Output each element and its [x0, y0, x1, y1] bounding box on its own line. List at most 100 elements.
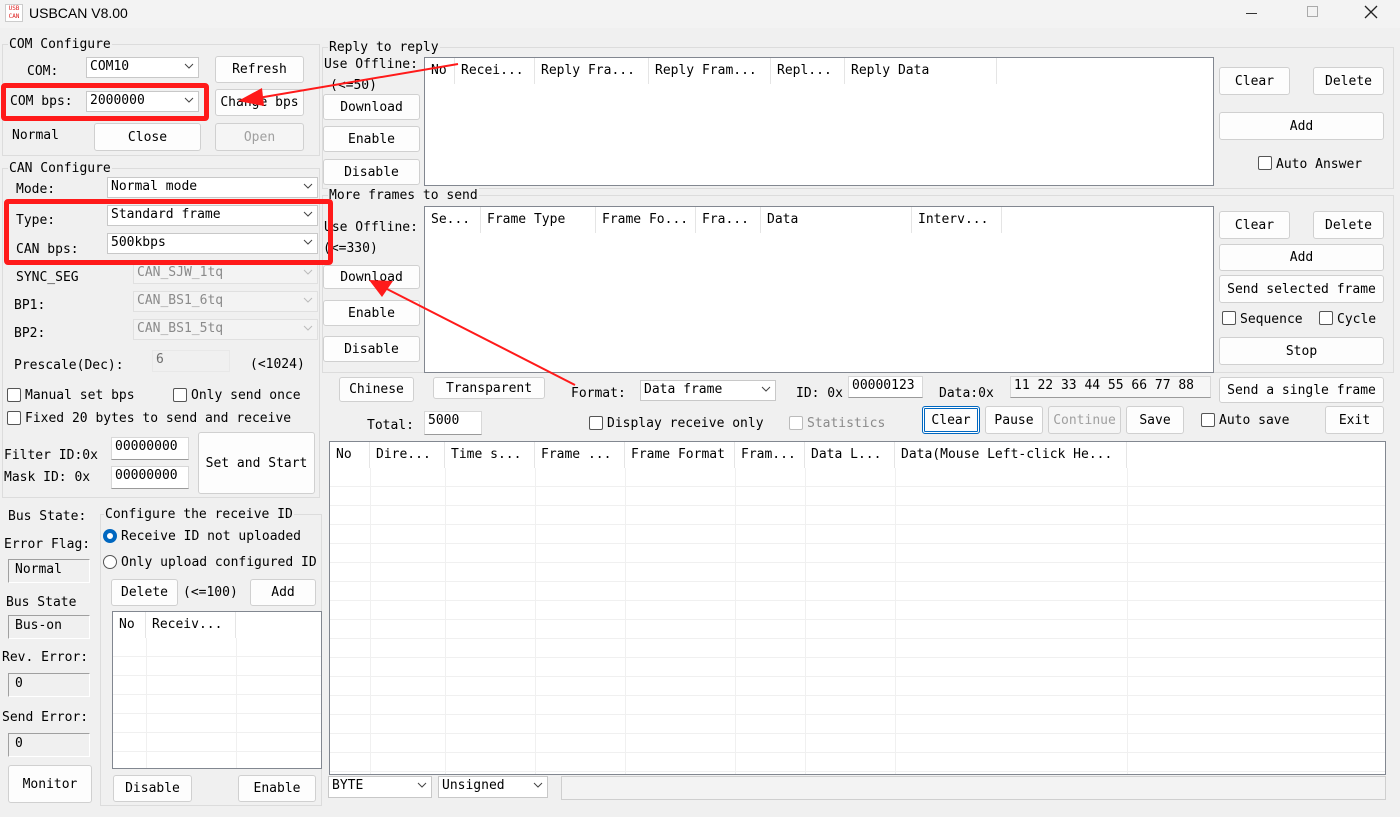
window-title: USBCAN V8.00 [29, 5, 128, 21]
reply-table[interactable]: No Recei... Reply Fra... Reply Fram... R… [424, 57, 1214, 186]
close-button[interactable]: Close [94, 123, 201, 151]
more-disable-button[interactable]: Disable [323, 336, 420, 362]
more-frames-title: More frames to send [328, 188, 479, 204]
display-receive-only-label: Display receive only [607, 416, 764, 431]
reply-add-button[interactable]: Add [1219, 112, 1384, 140]
pause-button[interactable]: Pause [985, 406, 1043, 434]
reply-limit: (<=50) [330, 78, 377, 93]
transparent-button[interactable]: Transparent [433, 377, 545, 399]
more-col-seq[interactable]: Se... [425, 207, 481, 233]
more-enable-button[interactable]: Enable [323, 300, 420, 326]
statistics-checkbox[interactable] [789, 416, 803, 430]
reply-disable-button[interactable]: Disable [323, 159, 420, 185]
rev-error-value: 0 [8, 673, 90, 697]
continue-button[interactable]: Continue [1048, 406, 1121, 434]
maximize-icon[interactable] [1307, 6, 1318, 17]
refresh-button[interactable]: Refresh [215, 56, 304, 83]
more-download-button[interactable]: Download [323, 265, 420, 289]
recv-col-direction[interactable]: Dire... [370, 442, 445, 468]
more-col-interval[interactable]: Interv... [912, 207, 1002, 233]
auto-answer-checkbox[interactable] [1258, 156, 1272, 170]
recv-id-add-button[interactable]: Add [250, 579, 316, 606]
sequence-checkbox[interactable] [1222, 311, 1236, 325]
send-single-frame-button[interactable]: Send a single frame [1219, 377, 1384, 403]
reply-col-reply-data[interactable]: Reply Data [845, 58, 997, 84]
prescale-input[interactable]: 6 [152, 350, 230, 372]
sign-select[interactable]: Unsigned [438, 776, 548, 798]
more-delete-button[interactable]: Delete [1313, 211, 1384, 239]
recv-id-enable-button[interactable]: Enable [238, 775, 316, 802]
bp1-select[interactable]: CAN_BS1_6tq [133, 291, 318, 312]
close-icon[interactable] [1362, 3, 1380, 21]
recv-col-frame-id[interactable]: Frame ... [535, 442, 625, 468]
reply-col-reply-frame-format[interactable]: Reply Fram... [649, 58, 771, 84]
more-add-button[interactable]: Add [1219, 244, 1384, 271]
recv-id-delete-button[interactable]: Delete [111, 579, 178, 606]
send-once-checkbox[interactable] [173, 388, 187, 402]
cycle-checkbox[interactable] [1319, 311, 1333, 325]
recv-col-frame-format[interactable]: Frame Format [625, 442, 735, 468]
reply-col-no[interactable]: No [425, 58, 455, 84]
minimize-icon[interactable] [1246, 13, 1257, 14]
recv-col-time[interactable]: Time s... [445, 442, 535, 468]
recv-id-col-recv[interactable]: Receiv... [146, 612, 236, 638]
reply-col-reply-len[interactable]: Repl... [771, 58, 845, 84]
manual-bps-checkbox[interactable] [7, 388, 21, 402]
bp2-select[interactable]: CAN_BS1_5tq [133, 319, 318, 340]
data-input[interactable]: 11 22 33 44 55 66 77 88 [1010, 376, 1211, 398]
more-frames-table[interactable]: Se... Frame Type Frame Fo... Fra... Data… [424, 206, 1214, 373]
reply-delete-button[interactable]: Delete [1313, 67, 1384, 95]
statistics-label: Statistics [807, 416, 886, 431]
filter-id-input[interactable]: 00000000 [111, 437, 189, 460]
reply-enable-button[interactable]: Enable [323, 126, 420, 152]
save-button[interactable]: Save [1126, 406, 1184, 434]
auto-answer-label: Auto Answer [1276, 157, 1363, 172]
recv-id-table[interactable]: No Receiv... [112, 611, 322, 769]
more-col-frame-len[interactable]: Fra... [696, 207, 761, 233]
id-input[interactable]: 00000123 [848, 376, 923, 398]
manual-bps-label: Manual set bps [25, 388, 135, 403]
reply-download-button[interactable]: Download [323, 94, 420, 120]
reply-col-reply-frame[interactable]: Reply Fra... [535, 58, 649, 84]
recv-col-data[interactable]: Data(Mouse Left-click He... [895, 442, 1127, 468]
recv-id-configured-radio[interactable] [103, 555, 117, 569]
recv-id-not-uploaded-radio[interactable] [103, 529, 117, 543]
receive-table[interactable]: No Dire... Time s... Frame ... Frame For… [329, 441, 1386, 775]
chevron-down-icon [184, 63, 194, 69]
reply-clear-button[interactable]: Clear [1219, 67, 1290, 95]
display-receive-only-checkbox[interactable] [589, 416, 603, 430]
more-col-data[interactable]: Data [761, 207, 912, 233]
recv-col-data-len[interactable]: Data L... [805, 442, 895, 468]
change-bps-button[interactable]: Change bps [215, 89, 304, 116]
com-port-select[interactable]: COM10 [86, 57, 199, 78]
recv-id-title: Configure the receive ID [104, 507, 294, 523]
sync-seg-select[interactable]: CAN_SJW_1tq [133, 263, 318, 284]
recv-col-no[interactable]: No [330, 442, 370, 468]
format-select[interactable]: Data frame [640, 380, 776, 401]
exit-button[interactable]: Exit [1325, 406, 1384, 434]
reply-col-recv[interactable]: Recei... [455, 58, 535, 84]
more-col-frame-type[interactable]: Frame Type [481, 207, 596, 233]
total-input[interactable]: 5000 [424, 411, 482, 435]
more-clear-button[interactable]: Clear [1219, 211, 1290, 239]
fixed20-checkbox[interactable] [7, 411, 21, 425]
recv-col-frame-type[interactable]: Fram... [735, 442, 805, 468]
send-selected-frame-button[interactable]: Send selected frame [1219, 275, 1384, 303]
mask-id-input[interactable]: 00000000 [111, 466, 189, 489]
set-and-start-button[interactable]: Set and Start [198, 432, 315, 494]
com-config-title: COM Configure [8, 37, 112, 53]
chinese-button[interactable]: Chinese [339, 377, 414, 402]
reply-use-offline-label: Use Offline: [324, 57, 418, 72]
send-error-value: 0 [8, 733, 90, 757]
byte-select[interactable]: BYTE [328, 776, 432, 798]
clear-receive-button[interactable]: Clear [922, 406, 980, 434]
monitor-button[interactable]: Monitor [8, 765, 92, 803]
open-button[interactable]: Open [215, 123, 304, 151]
mode-select[interactable]: Normal mode [107, 177, 318, 198]
auto-save-checkbox[interactable] [1201, 413, 1215, 427]
more-col-frame-format[interactable]: Frame Fo... [596, 207, 696, 233]
stop-button[interactable]: Stop [1219, 337, 1384, 365]
bus-state-label: Bus State: [8, 509, 87, 524]
recv-id-disable-button[interactable]: Disable [113, 775, 192, 802]
recv-id-col-no[interactable]: No [113, 612, 146, 638]
